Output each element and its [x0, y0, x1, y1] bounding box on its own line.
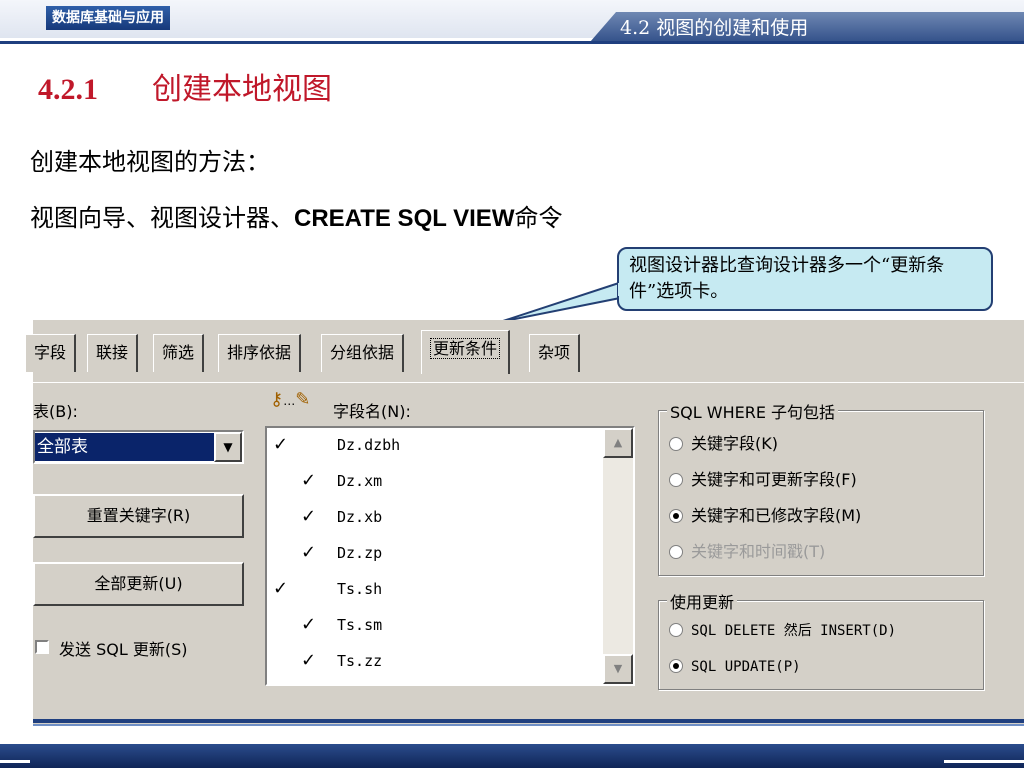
dialog-bottom-rule-light [33, 724, 1024, 726]
dialog-bottom-rule [33, 719, 1024, 723]
update-using-legend: 使用更新 [667, 589, 738, 613]
field-name: Ts.sm [337, 616, 383, 634]
send-sql-update-checkbox[interactable] [35, 640, 49, 654]
tab-misc[interactable]: 杂项 [529, 334, 581, 372]
sql-where-legend: SQL WHERE 子句包括 [667, 399, 839, 423]
table-label: 表(B): [33, 402, 78, 421]
update-check-icon[interactable]: ✓ [301, 650, 316, 671]
field-row[interactable]: ✓ Dz.zp [267, 538, 603, 574]
radio-selected-icon[interactable] [669, 659, 683, 673]
scroll-up-icon[interactable]: ▲ [603, 428, 633, 458]
table-select[interactable]: 全部表 ▼ [33, 430, 244, 464]
ellipsis-icon: … [283, 394, 296, 408]
key-check-icon[interactable]: ✓ [273, 434, 288, 455]
slide-title-text: 创建本地视图 [152, 72, 332, 107]
footer-tick-right [944, 760, 1024, 763]
key-icon: ⚷ [270, 389, 284, 410]
radio-icon[interactable] [669, 473, 683, 487]
body-line-methods: 创建本地视图的方法： [30, 148, 270, 176]
radio-key-and-timestamp: 关键字和时间戳(T) [669, 539, 825, 565]
footer-tick-left [0, 760, 30, 763]
field-list-scrollbar[interactable]: ▲ ▼ [603, 428, 633, 684]
radio-sql-update[interactable]: SQL UPDATE(P) [669, 653, 801, 679]
table-select-value: 全部表 [35, 433, 215, 461]
callout-note: 视图设计器比查询设计器多一个“更新条件”选项卡。 [617, 247, 993, 311]
send-sql-update-label: 发送 SQL 更新(S) [59, 640, 188, 659]
slide-title-number: 4.2.1 [38, 73, 98, 106]
tab-fields[interactable]: 字段 [25, 334, 77, 372]
field-list[interactable]: ✓ Dz.dzbh ✓ Dz.xm ✓ Dz.xb ✓ Dz.zp ✓ Ts.s… [265, 426, 635, 686]
field-row[interactable]: ✓ Ts.zz [267, 646, 603, 682]
slide-header-band: 数据库基础与应用 4.2 视图的创建和使用 [0, 0, 1024, 42]
update-using-group: 使用更新 SQL DELETE 然后 INSERT(D) SQL UPDATE(… [658, 589, 984, 690]
field-name: Dz.zp [337, 544, 383, 562]
key-check-icon[interactable]: ✓ [273, 578, 288, 599]
slide-title: 4.2.1 创建本地视图 [38, 70, 332, 110]
update-check-icon[interactable]: ✓ [301, 506, 316, 527]
scroll-down-icon[interactable]: ▼ [603, 654, 633, 684]
view-designer-dialog: 字段 联接 筛选 排序依据 分组依据 更新条件 杂项 表(B): 全部表 ▼ 重… [25, 320, 1024, 726]
update-all-button[interactable]: 全部更新(U) [33, 562, 244, 606]
update-check-icon[interactable]: ✓ [301, 470, 316, 491]
update-check-icon[interactable]: ✓ [301, 614, 316, 635]
update-check-icon[interactable]: ✓ [301, 542, 316, 563]
body-line-tools: 视图向导、视图设计器、CREATE SQL VIEW命令 [30, 202, 562, 235]
header-rule [0, 41, 1024, 44]
tab-strip: 字段 联接 筛选 排序依据 分组依据 更新条件 杂项 [25, 330, 1024, 383]
field-header-icons: ⚷…✎ [270, 389, 310, 410]
chevron-down-icon[interactable]: ▼ [214, 432, 242, 462]
body-line-tools-end: 命令 [514, 204, 563, 232]
tab-order-by[interactable]: 排序依据 [218, 334, 302, 372]
radio-key-fields[interactable]: 关键字段(K) [669, 431, 778, 457]
slide-footer-band [0, 744, 1024, 768]
radio-icon [669, 545, 683, 559]
field-name: Dz.dzbh [337, 436, 401, 454]
tab-group-by[interactable]: 分组依据 [321, 334, 405, 372]
field-name: Dz.xm [337, 472, 383, 490]
field-name: Ts.zz [337, 652, 383, 670]
pencil-icon: ✎ [295, 389, 311, 410]
field-name: Dz.xb [337, 508, 383, 526]
field-row[interactable]: ✓ Dz.dzbh [267, 430, 603, 466]
radio-delete-then-insert[interactable]: SQL DELETE 然后 INSERT(D) [669, 617, 896, 643]
field-row[interactable]: ✓ Dz.xb [267, 502, 603, 538]
tab-joins[interactable]: 联接 [87, 334, 139, 372]
field-name-label: 字段名(N): [333, 402, 411, 421]
reset-key-button[interactable]: 重置关键字(R) [33, 494, 244, 538]
field-row[interactable]: ✓ Ts.sh [267, 574, 603, 610]
field-row[interactable]: ✓ Dz.xm [267, 466, 603, 502]
radio-key-and-updatable[interactable]: 关键字和可更新字段(F) [669, 467, 857, 493]
radio-icon[interactable] [669, 623, 683, 637]
field-row[interactable]: ✓ Ts.sm [267, 610, 603, 646]
sql-where-group: SQL WHERE 子句包括 关键字段(K) 关键字和可更新字段(F) 关键字和… [658, 399, 984, 576]
radio-icon[interactable] [669, 437, 683, 451]
radio-selected-icon[interactable] [669, 509, 683, 523]
section-title: 4.2 视图的创建和使用 [620, 17, 809, 39]
body-line-tools-sql: CREATE SQL VIEW [294, 205, 515, 232]
course-title: 数据库基础与应用 [46, 6, 170, 30]
tab-strip-line [33, 382, 1024, 383]
body-line-tools-cn: 视图向导、视图设计器、 [30, 204, 294, 232]
field-name: Ts.sh [337, 580, 383, 598]
radio-key-and-modified[interactable]: 关键字和已修改字段(M) [669, 503, 861, 529]
tab-update-criteria[interactable]: 更新条件 [421, 330, 511, 374]
tab-filter[interactable]: 筛选 [153, 334, 205, 372]
